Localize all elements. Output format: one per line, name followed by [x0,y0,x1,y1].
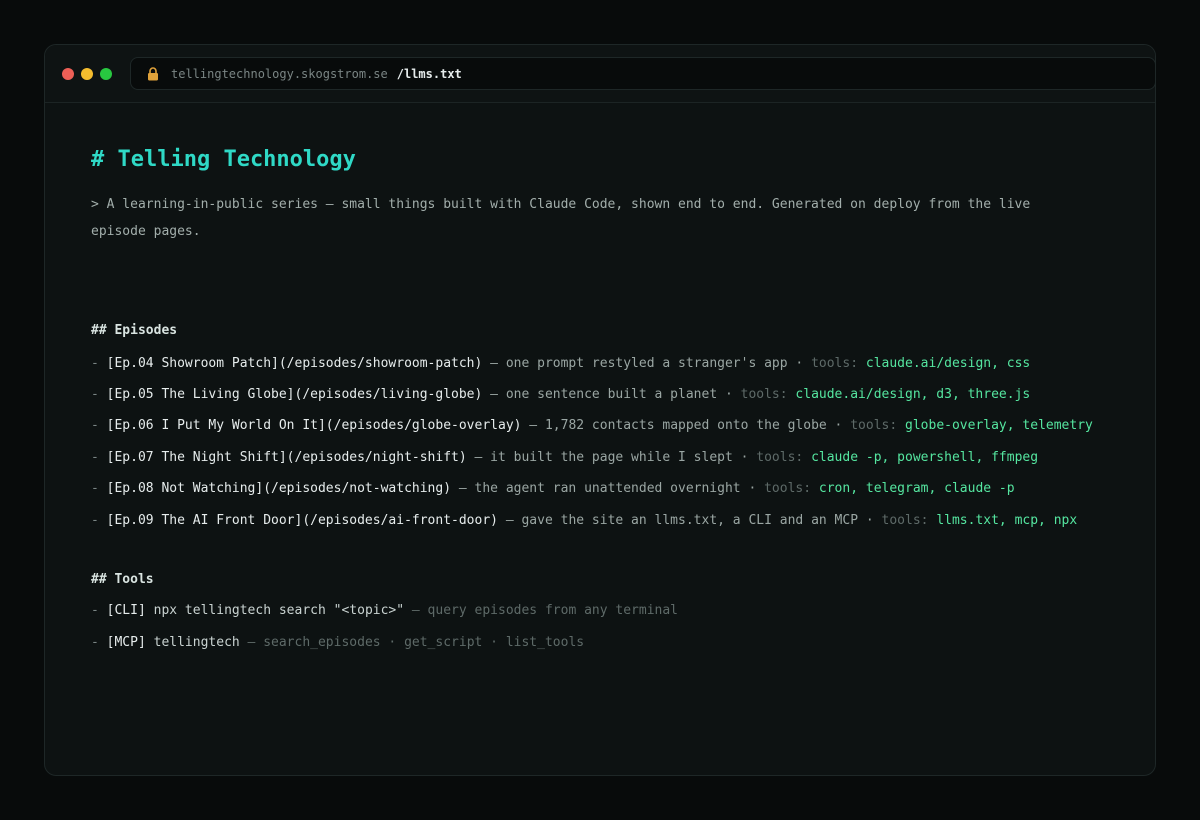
tool-tag: [MCP] [106,635,146,650]
tools-label: tools: [881,513,937,528]
episode-description: — it built the page while I slept · [466,450,757,465]
tool-tag: [CLI] [106,603,146,618]
episode-item: - [Ep.07 The Night Shift](/episodes/nigh… [91,450,1038,465]
title-bar: tellingtechnology.skogstrom.se /llms.txt [45,45,1155,103]
tools-heading: ## Tools [91,572,154,587]
episode-item: - [Ep.09 The AI Front Door](/episodes/ai… [91,513,1077,528]
minimize-window-button[interactable] [81,68,93,80]
page-title: # Telling Technology [91,147,356,172]
episode-tools: llms.txt, mcp, npx [936,513,1078,528]
tool-description: — search_episodes · get_script · list_to… [239,635,585,650]
episode-description: — gave the site an llms.txt, a CLI and a… [498,513,882,528]
episode-item: - [Ep.04 Showroom Patch](/episodes/showr… [91,356,1030,371]
maximize-window-button[interactable] [100,68,112,80]
list-bullet: - [91,356,107,371]
address-bar[interactable]: tellingtechnology.skogstrom.se /llms.txt [130,57,1155,90]
list-bullet: - [91,635,107,650]
tool-command: npx tellingtech search "<topic>" [145,603,405,618]
tools-label: tools: [740,387,796,402]
episode-link[interactable]: [Ep.05 The Living Globe](/episodes/livin… [107,387,483,402]
intro-blockquote: > A learning-in-public series — small th… [91,197,1031,239]
url-path: /llms.txt [396,66,462,81]
episode-description: — 1,782 contacts mapped onto the globe · [521,418,851,433]
tools-label: tools: [850,418,906,433]
tool-description: — query episodes from any terminal [404,603,679,618]
url-host: tellingtechnology.skogstrom.se [171,66,388,81]
list-bullet: - [91,481,107,496]
episode-link[interactable]: [Ep.07 The Night Shift](/episodes/night-… [107,450,467,465]
episode-link[interactable]: [Ep.04 Showroom Patch](/episodes/showroo… [107,356,483,371]
list-bullet: - [91,513,107,528]
episode-tools: claude.ai/design, d3, three.js [795,387,1031,402]
tools-label: tools: [764,481,819,496]
tool-command: tellingtech [145,635,240,650]
episode-tools: claude.ai/design, css [865,356,1031,371]
lock-icon [147,66,159,81]
tools-label: tools: [811,356,866,371]
episode-link[interactable]: [Ep.09 The AI Front Door](/episodes/ai-f… [107,513,498,528]
episode-description: — the agent ran unattended overnight · [451,481,765,496]
episode-link[interactable]: [Ep.06 I Put My World On It](/episodes/g… [107,418,522,433]
episode-item: - [Ep.05 The Living Globe](/episodes/liv… [91,387,1030,402]
episode-description: — one sentence built a planet · [482,387,741,402]
tool-item: - [CLI] npx tellingtech search "<topic>"… [91,603,678,618]
episode-item: - [Ep.06 I Put My World On It](/episodes… [91,418,1093,433]
browser-window: tellingtechnology.skogstrom.se /llms.txt… [44,44,1156,776]
episodes-heading: ## Episodes [91,323,178,338]
tools-label: tools: [756,450,812,465]
tool-item: - [MCP] tellingtech — search_episodes · … [91,635,584,650]
episode-item: - [Ep.08 Not Watching](/episodes/not-wat… [91,481,1015,496]
list-bullet: - [91,603,107,618]
episode-link[interactable]: [Ep.08 Not Watching](/episodes/not-watch… [107,481,451,496]
episode-tools: cron, telegram, claude -p [818,481,1015,496]
episode-tools: globe-overlay, telemetry [905,418,1093,433]
episode-description: — one prompt restyled a stranger's app · [482,356,812,371]
list-bullet: - [91,418,107,433]
list-bullet: - [91,387,107,402]
close-window-button[interactable] [62,68,74,80]
episode-tools: claude -p, powershell, ffmpeg [811,450,1039,465]
list-bullet: - [91,450,107,465]
